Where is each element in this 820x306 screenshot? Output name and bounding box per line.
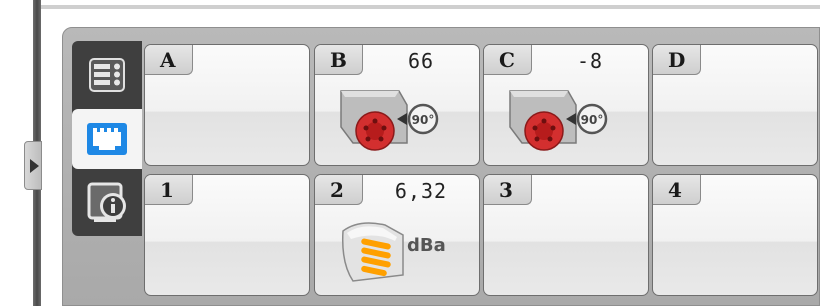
arrow-right-icon <box>30 159 39 173</box>
port-id-label: 1 <box>145 175 193 205</box>
port-cell-3[interactable]: 3 <box>483 174 649 296</box>
port-id-label: B <box>315 45 363 75</box>
brick-info-icon <box>87 182 126 222</box>
motor-degree-label: 90° <box>412 113 435 127</box>
port-cell-c[interactable]: C -8 90° <box>483 44 649 166</box>
port-value <box>701 45 817 75</box>
port-value <box>193 175 309 205</box>
motor-degree-label: 90° <box>581 113 604 127</box>
collapse-panel-toggle[interactable] <box>24 141 42 190</box>
top-divider <box>41 5 820 9</box>
port-cell-b[interactable]: B 66 90° <box>314 44 480 166</box>
port-cell-2[interactable]: 2 6,32 dBa <box>314 174 480 296</box>
port-value <box>532 175 648 205</box>
hardware-tab-strip <box>72 41 142 236</box>
port-id-label: D <box>653 45 701 75</box>
tab-list-view[interactable] <box>76 45 138 105</box>
port-id-label: A <box>145 45 193 75</box>
port-value <box>193 45 309 75</box>
port-cell-1[interactable]: 1 <box>144 174 310 296</box>
port-value <box>701 175 817 205</box>
port-value: 66 <box>407 49 435 73</box>
sound-sensor-icon: dBa <box>341 222 446 282</box>
tab-brick-info[interactable] <box>76 173 138 233</box>
medium-motor-icon: 90° <box>509 90 608 151</box>
port-id-label: C <box>484 45 532 75</box>
list-view-icon <box>89 58 125 92</box>
tab-port-view[interactable] <box>72 109 142 169</box>
port-id-label: 3 <box>484 175 532 205</box>
port-value: 6,32 <box>394 179 448 203</box>
port-cell-a[interactable]: A <box>144 44 310 166</box>
port-view-icon <box>87 123 127 155</box>
port-id-label: 4 <box>653 175 701 205</box>
port-id-label: 2 <box>315 175 363 205</box>
port-value: -8 <box>576 49 604 73</box>
medium-motor-icon: 90° <box>340 90 439 151</box>
port-cell-4[interactable]: 4 <box>652 174 818 296</box>
port-cell-d[interactable]: D <box>652 44 818 166</box>
sound-unit-label: dBa <box>407 235 446 256</box>
